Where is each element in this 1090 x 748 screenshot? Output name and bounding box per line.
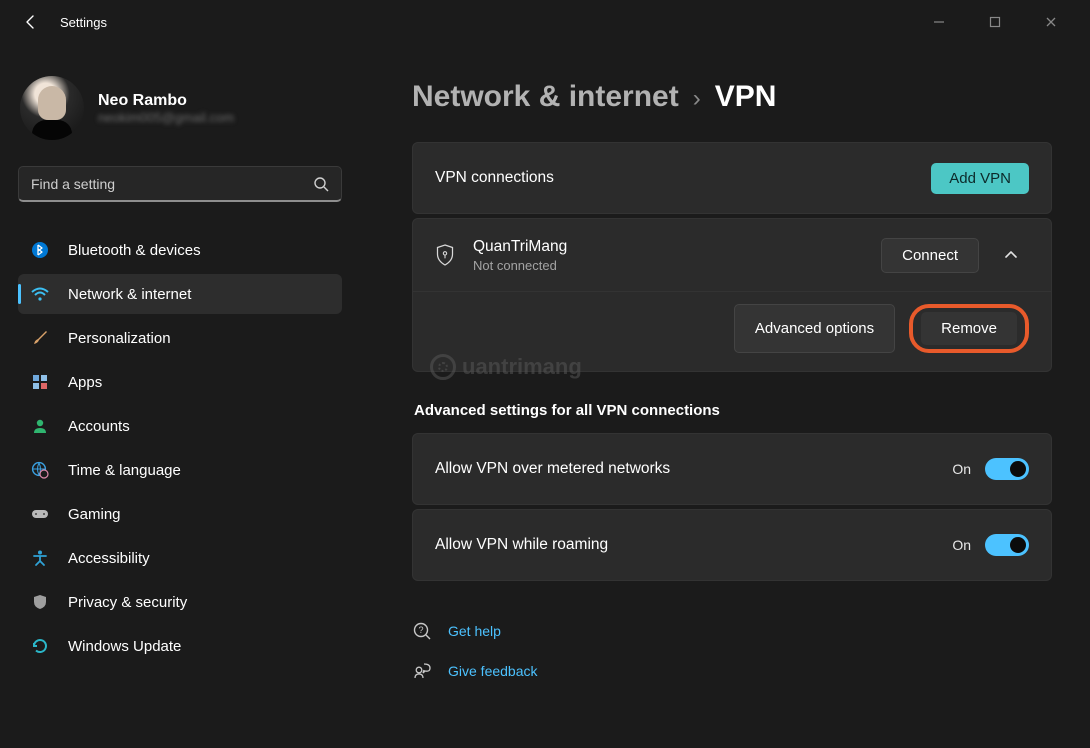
setting-metered-label: Allow VPN over metered networks bbox=[435, 460, 670, 478]
sidebar-item-network[interactable]: Network & internet bbox=[18, 274, 342, 314]
breadcrumb: Network & internet › VPN bbox=[412, 80, 1052, 114]
setting-roaming-label: Allow VPN while roaming bbox=[435, 536, 608, 554]
sidebar-item-time-language[interactable]: Time & language bbox=[18, 450, 342, 490]
person-icon bbox=[30, 416, 50, 436]
search-box[interactable] bbox=[18, 166, 342, 202]
setting-metered-card: Allow VPN over metered networks On bbox=[412, 433, 1052, 505]
vpn-connections-card: VPN connections Add VPN bbox=[412, 142, 1052, 214]
sidebar: Neo Rambo neokim005@gmail.com Bluetooth … bbox=[0, 44, 360, 748]
update-icon bbox=[30, 636, 50, 656]
profile-block[interactable]: Neo Rambo neokim005@gmail.com bbox=[20, 76, 340, 140]
get-help-link[interactable]: Get help bbox=[448, 623, 501, 639]
search-icon bbox=[313, 176, 329, 192]
sidebar-item-gaming[interactable]: Gaming bbox=[18, 494, 342, 534]
give-feedback-row[interactable]: Give feedback bbox=[412, 651, 1052, 691]
svg-text:?: ? bbox=[418, 625, 423, 635]
sidebar-item-label: Network & internet bbox=[68, 286, 191, 303]
sidebar-item-apps[interactable]: Apps bbox=[18, 362, 342, 402]
brush-icon bbox=[30, 328, 50, 348]
apps-icon bbox=[30, 372, 50, 392]
vpn-item-card: QuanTriMang Not connected Connect Advanc… bbox=[412, 218, 1052, 372]
remove-highlight-annotation: Remove bbox=[909, 304, 1029, 353]
back-button[interactable] bbox=[22, 13, 40, 31]
sidebar-nav: Bluetooth & devices Network & internet P… bbox=[18, 230, 342, 666]
window-title: Settings bbox=[60, 15, 107, 30]
sidebar-item-accounts[interactable]: Accounts bbox=[18, 406, 342, 446]
sidebar-item-label: Gaming bbox=[68, 506, 121, 523]
help-icon: ? bbox=[412, 621, 432, 641]
chevron-right-icon: › bbox=[693, 85, 701, 113]
setting-roaming-card: Allow VPN while roaming On bbox=[412, 509, 1052, 581]
sidebar-item-bluetooth[interactable]: Bluetooth & devices bbox=[18, 230, 342, 270]
minimize-button[interactable] bbox=[918, 7, 960, 37]
collapse-button[interactable] bbox=[993, 237, 1029, 273]
vpn-item-status: Not connected bbox=[473, 258, 567, 273]
bluetooth-icon bbox=[30, 240, 50, 260]
sidebar-item-label: Accessibility bbox=[68, 550, 150, 567]
titlebar: Settings bbox=[0, 0, 1090, 44]
globe-clock-icon bbox=[30, 460, 50, 480]
main-content: Network & internet › VPN VPN connections… bbox=[360, 44, 1090, 748]
shield-icon bbox=[30, 592, 50, 612]
close-button[interactable] bbox=[1030, 7, 1072, 37]
sidebar-item-accessibility[interactable]: Accessibility bbox=[18, 538, 342, 578]
sidebar-item-label: Personalization bbox=[68, 330, 171, 347]
setting-roaming-state: On bbox=[952, 537, 971, 553]
feedback-icon bbox=[412, 661, 432, 681]
remove-button[interactable]: Remove bbox=[921, 312, 1017, 345]
sidebar-item-label: Accounts bbox=[68, 418, 130, 435]
setting-metered-toggle[interactable] bbox=[985, 458, 1029, 480]
advanced-settings-heading: Advanced settings for all VPN connection… bbox=[414, 402, 1052, 419]
setting-roaming-toggle[interactable] bbox=[985, 534, 1029, 556]
sidebar-item-label: Time & language bbox=[68, 462, 181, 479]
shield-outline-icon bbox=[435, 245, 455, 265]
wifi-icon bbox=[30, 284, 50, 304]
sidebar-item-windows-update[interactable]: Windows Update bbox=[18, 626, 342, 666]
breadcrumb-parent[interactable]: Network & internet bbox=[412, 80, 679, 114]
add-vpn-button[interactable]: Add VPN bbox=[931, 163, 1029, 194]
sidebar-item-personalization[interactable]: Personalization bbox=[18, 318, 342, 358]
search-input[interactable] bbox=[31, 176, 313, 192]
avatar bbox=[20, 76, 84, 140]
maximize-button[interactable] bbox=[974, 7, 1016, 37]
sidebar-item-label: Apps bbox=[68, 374, 102, 391]
get-help-row[interactable]: ? Get help bbox=[412, 611, 1052, 651]
accessibility-icon bbox=[30, 548, 50, 568]
gamepad-icon bbox=[30, 504, 50, 524]
profile-email: neokim005@gmail.com bbox=[98, 110, 234, 125]
page-title: VPN bbox=[715, 80, 777, 114]
vpn-item-name: QuanTriMang bbox=[473, 238, 567, 256]
profile-name: Neo Rambo bbox=[98, 92, 234, 110]
vpn-connections-label: VPN connections bbox=[435, 169, 554, 187]
sidebar-item-label: Bluetooth & devices bbox=[68, 242, 201, 259]
connect-button[interactable]: Connect bbox=[881, 238, 979, 273]
sidebar-item-label: Windows Update bbox=[68, 638, 181, 655]
advanced-options-button[interactable]: Advanced options bbox=[734, 304, 895, 353]
give-feedback-link[interactable]: Give feedback bbox=[448, 663, 538, 679]
setting-metered-state: On bbox=[952, 461, 971, 477]
sidebar-item-privacy[interactable]: Privacy & security bbox=[18, 582, 342, 622]
sidebar-item-label: Privacy & security bbox=[68, 594, 187, 611]
